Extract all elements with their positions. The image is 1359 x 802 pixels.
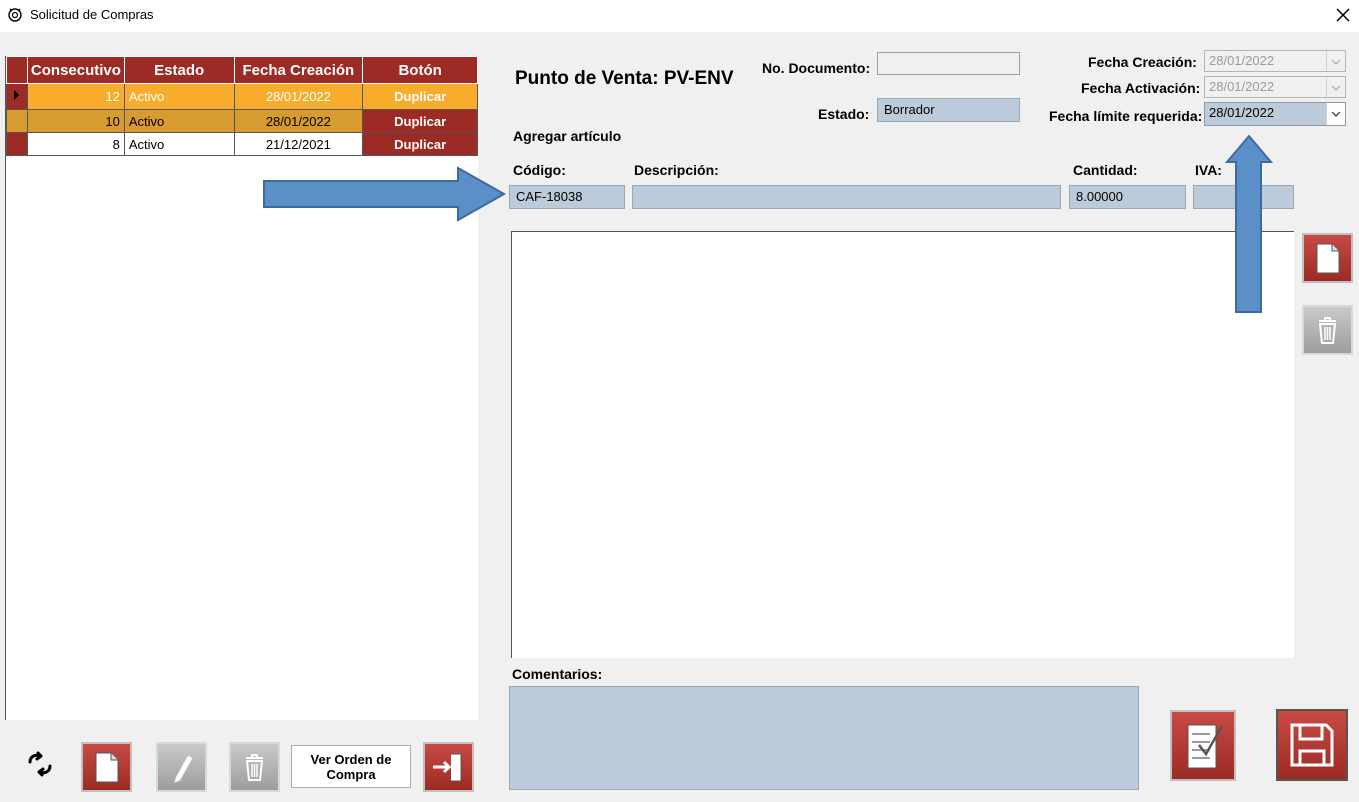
comentarios-label: Comentarios: (512, 666, 603, 682)
fecha-activacion-picker[interactable]: 28/01/2022 (1204, 76, 1346, 98)
fecha-creacion-label: Fecha Creación: (1088, 54, 1197, 70)
floppy-disk-icon (1290, 723, 1334, 767)
column-header-boton[interactable]: Botón (362, 56, 478, 84)
row-selector[interactable] (6, 109, 28, 133)
exit-door-icon (433, 753, 462, 782)
exit-button[interactable] (423, 742, 474, 792)
codigo-field[interactable]: CAF-18038 (509, 185, 625, 209)
refresh-icon[interactable] (22, 748, 58, 780)
annotation-arrow-right-icon (263, 166, 507, 222)
fecha-limite-label: Fecha límite requerida: (1049, 108, 1203, 124)
estado-field[interactable]: Borrador (877, 98, 1020, 122)
checklist-icon (1187, 724, 1224, 769)
cell-estado[interactable]: Activo (123, 109, 235, 133)
save-button[interactable] (1276, 709, 1348, 781)
cell-estado[interactable]: Activo (123, 132, 235, 156)
no-documento-field[interactable] (877, 52, 1020, 75)
items-grid[interactable] (511, 231, 1294, 658)
table-row[interactable]: 10 Activo 28/01/2022 Duplicar (6, 109, 478, 133)
requests-table: Consecutivo Estado Fecha Creación Botón … (6, 56, 478, 156)
delete-request-button[interactable] (229, 742, 280, 792)
trash-icon (1318, 317, 1337, 344)
cell-consecutivo[interactable]: 8 (27, 132, 125, 156)
edit-request-button[interactable] (156, 742, 207, 792)
annotation-arrow-up-icon (1225, 134, 1273, 313)
new-item-button[interactable] (1302, 233, 1353, 283)
close-icon[interactable] (1330, 2, 1356, 28)
cell-fecha[interactable]: 21/12/2021 (233, 132, 364, 156)
chevron-down-icon[interactable] (1326, 51, 1345, 71)
trash-icon (245, 754, 264, 781)
new-document-icon (1316, 243, 1340, 274)
descripcion-field[interactable] (632, 185, 1061, 209)
cantidad-field[interactable]: 8.00000 (1069, 185, 1186, 209)
column-header-estado[interactable]: Estado (123, 56, 235, 84)
cell-consecutivo[interactable]: 10 (27, 109, 125, 133)
cell-fecha[interactable]: 28/01/2022 (233, 109, 364, 133)
current-row-icon (14, 90, 19, 100)
column-header-consecutivo[interactable]: Consecutivo (27, 56, 125, 84)
chevron-down-icon[interactable] (1326, 77, 1345, 97)
fecha-limite-value: 28/01/2022 (1209, 105, 1275, 120)
approve-button[interactable] (1170, 710, 1236, 781)
delete-item-button[interactable] (1302, 305, 1353, 355)
fecha-creacion-picker[interactable]: 28/01/2022 (1204, 50, 1346, 72)
pencil-icon (174, 755, 193, 783)
duplicar-button[interactable]: Duplicar (362, 132, 478, 156)
row-selector[interactable] (6, 132, 28, 156)
estado-label: Estado: (818, 106, 870, 122)
agregar-articulo-title: Agregar artículo (513, 128, 622, 144)
cell-fecha[interactable]: 28/01/2022 (233, 83, 364, 110)
chevron-down-icon[interactable] (1326, 103, 1345, 125)
duplicar-button[interactable]: Duplicar (362, 83, 478, 110)
title-bar: Solicitud de Compras (0, 0, 1359, 32)
cantidad-label: Cantidad: (1073, 162, 1138, 178)
window-title: Solicitud de Compras (30, 7, 154, 22)
fecha-activacion-value: 28/01/2022 (1209, 79, 1275, 94)
table-row[interactable]: 12 Activo 28/01/2022 Duplicar (6, 83, 478, 110)
column-header-fecha-creacion[interactable]: Fecha Creación (233, 56, 364, 84)
cell-consecutivo[interactable]: 12 (27, 83, 125, 110)
new-request-button[interactable] (81, 742, 132, 792)
app-icon (8, 8, 22, 22)
ver-orden-compra-button[interactable]: Ver Orden de Compra (291, 745, 411, 788)
iva-label: IVA: (1195, 162, 1222, 178)
requests-grid[interactable]: Consecutivo Estado Fecha Creación Botón … (5, 56, 478, 720)
fecha-creacion-value: 28/01/2022 (1209, 53, 1275, 68)
fecha-limite-picker[interactable]: 28/01/2022 (1204, 102, 1346, 126)
row-selector[interactable] (6, 83, 28, 110)
cell-estado[interactable]: Activo (123, 83, 235, 110)
punto-venta-label: Punto de Venta: PV-ENV (515, 68, 734, 89)
duplicar-button[interactable]: Duplicar (362, 109, 478, 133)
comentarios-field[interactable] (509, 686, 1139, 790)
codigo-label: Código: (513, 162, 566, 178)
new-document-icon (95, 752, 119, 783)
row-header-corner (6, 56, 28, 84)
fecha-activacion-label: Fecha Activación: (1081, 80, 1201, 96)
table-row[interactable]: 8 Activo 21/12/2021 Duplicar (6, 132, 478, 156)
descripcion-label: Descripción: (634, 162, 719, 178)
no-documento-label: No. Documento: (762, 60, 871, 76)
